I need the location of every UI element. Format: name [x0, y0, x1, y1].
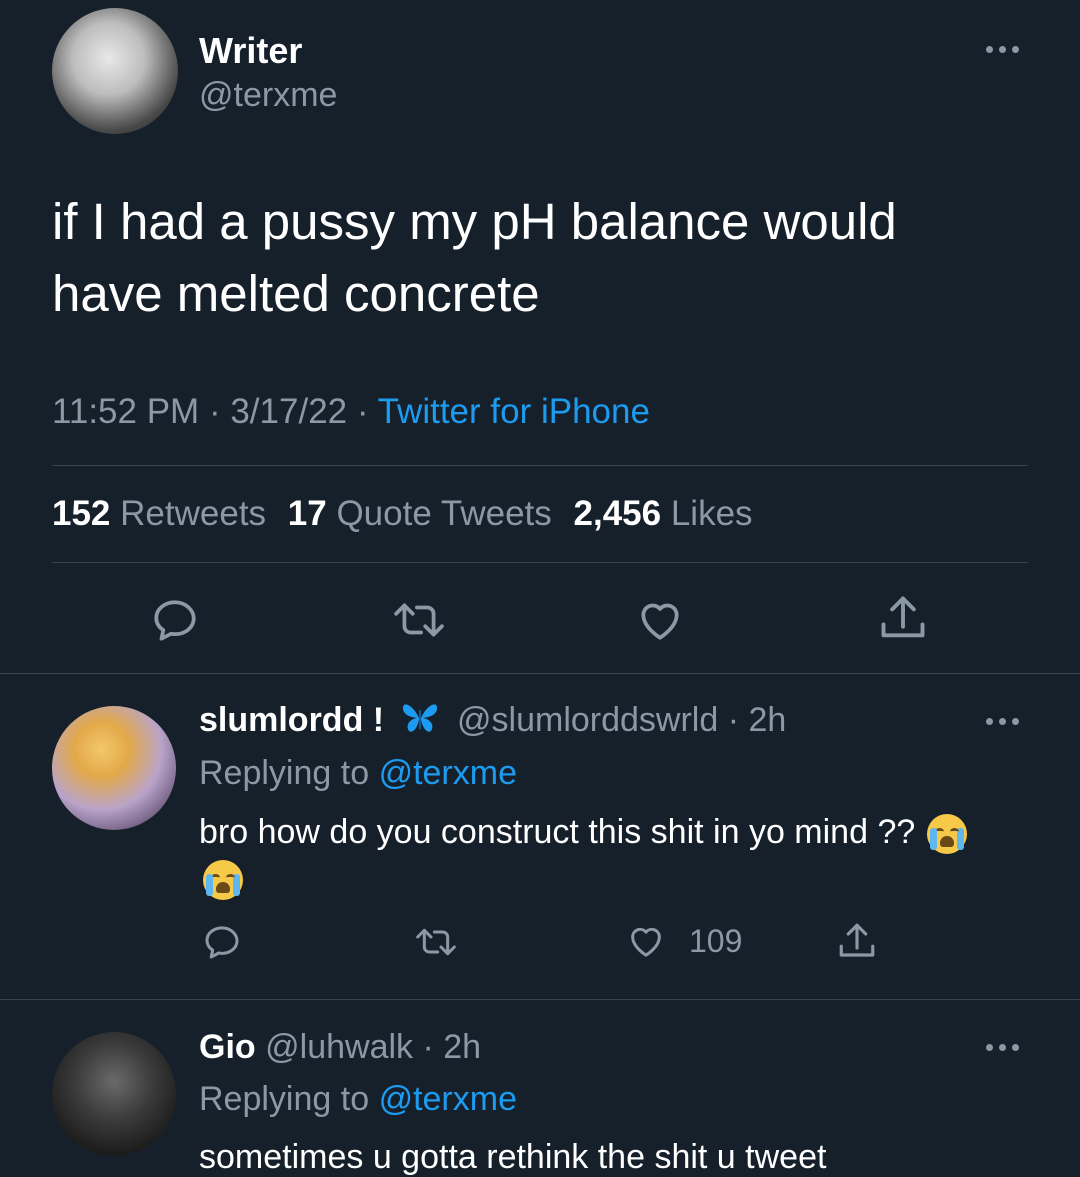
butterfly-icon — [400, 701, 440, 735]
likes-label: Likes — [670, 494, 753, 533]
like-icon[interactable] — [634, 595, 686, 645]
meta-separator: · — [208, 392, 221, 431]
more-icon[interactable] — [986, 46, 1019, 53]
meta-separator: · — [356, 392, 369, 431]
divider — [0, 673, 1080, 674]
divider — [52, 562, 1028, 563]
reply-header: Gio @luhwalk · 2h — [199, 1028, 481, 1067]
more-icon[interactable] — [986, 1044, 1019, 1051]
loudly-crying-face-emoji — [926, 814, 967, 855]
quotes-stat[interactable]: 17 Quote Tweets — [288, 494, 562, 533]
replying-to: Replying to @terxme — [199, 1080, 517, 1119]
reply-avatar[interactable] — [52, 1032, 176, 1156]
reply-text-emoji-line — [203, 860, 243, 900]
reply-avatar[interactable] — [52, 706, 176, 830]
tweet-time: 11:52 PM — [52, 392, 200, 431]
share-icon[interactable] — [836, 920, 878, 962]
retweet-icon[interactable] — [413, 922, 459, 962]
author-avatar[interactable] — [52, 8, 178, 134]
retweets-count: 152 — [52, 494, 111, 533]
replying-to-prefix: Replying to — [199, 1080, 370, 1118]
reply-text-body: bro how do you construct this shit in yo… — [199, 813, 916, 851]
tweet-stats: 152 Retweets 17 Quote Tweets 2,456 Likes — [52, 494, 753, 534]
tweet-text-line1: if I had a pussy my pH balance would — [52, 193, 897, 250]
tweet-source-link[interactable]: Twitter for iPhone — [378, 392, 650, 431]
like-icon[interactable] — [625, 921, 667, 961]
like-count: 109 — [689, 922, 743, 959]
share-icon[interactable] — [877, 592, 929, 644]
replying-to-link[interactable]: @terxme — [379, 1080, 517, 1118]
reply-text: sometimes u gotta rethink the shit u twe… — [199, 1138, 827, 1176]
replying-to: Replying to @terxme — [199, 754, 517, 793]
meta-separator: · — [727, 701, 740, 739]
reply-author-name[interactable]: Gio — [199, 1028, 256, 1066]
tweet-date: 3/17/22 — [230, 392, 348, 431]
retweets-label: Retweets — [120, 494, 267, 533]
reply-icon[interactable] — [150, 595, 200, 645]
reply-time: 2h — [748, 701, 787, 739]
loudly-crying-face-emoji — [203, 860, 243, 900]
quotes-count: 17 — [287, 494, 327, 533]
author-name[interactable]: Writer — [199, 30, 302, 72]
reply-header: slumlordd ! @slumlorddswrld · 2h — [199, 701, 786, 740]
reply-text: bro how do you construct this shit in yo… — [199, 813, 967, 855]
retweet-icon[interactable] — [391, 595, 447, 645]
reply-time: 2h — [443, 1028, 482, 1066]
likes-count: 2,456 — [573, 494, 662, 533]
retweets-stat[interactable]: 152 Retweets — [52, 494, 276, 533]
more-icon[interactable] — [986, 718, 1019, 725]
reply-icon[interactable] — [202, 922, 242, 962]
tweet-meta: 11:52 PM · 3/17/22 · Twitter for iPhone — [52, 392, 650, 432]
author-handle[interactable]: @terxme — [199, 76, 337, 115]
meta-separator: · — [422, 1028, 434, 1066]
likes-stat[interactable]: 2,456 Likes — [574, 494, 753, 533]
reply-author-name[interactable]: slumlordd ! — [199, 701, 384, 739]
replying-to-link[interactable]: @terxme — [379, 754, 517, 792]
reply-like-action[interactable]: 109 — [625, 921, 742, 961]
reply-author-handle[interactable]: @luhwalk — [265, 1028, 413, 1066]
divider — [0, 999, 1080, 1000]
divider — [52, 465, 1028, 466]
quotes-label: Quote Tweets — [336, 494, 552, 533]
tweet-text-line2: have melted concrete — [52, 265, 540, 322]
replying-to-prefix: Replying to — [199, 754, 370, 792]
reply-author-handle[interactable]: @slumlorddswrld — [457, 701, 718, 739]
